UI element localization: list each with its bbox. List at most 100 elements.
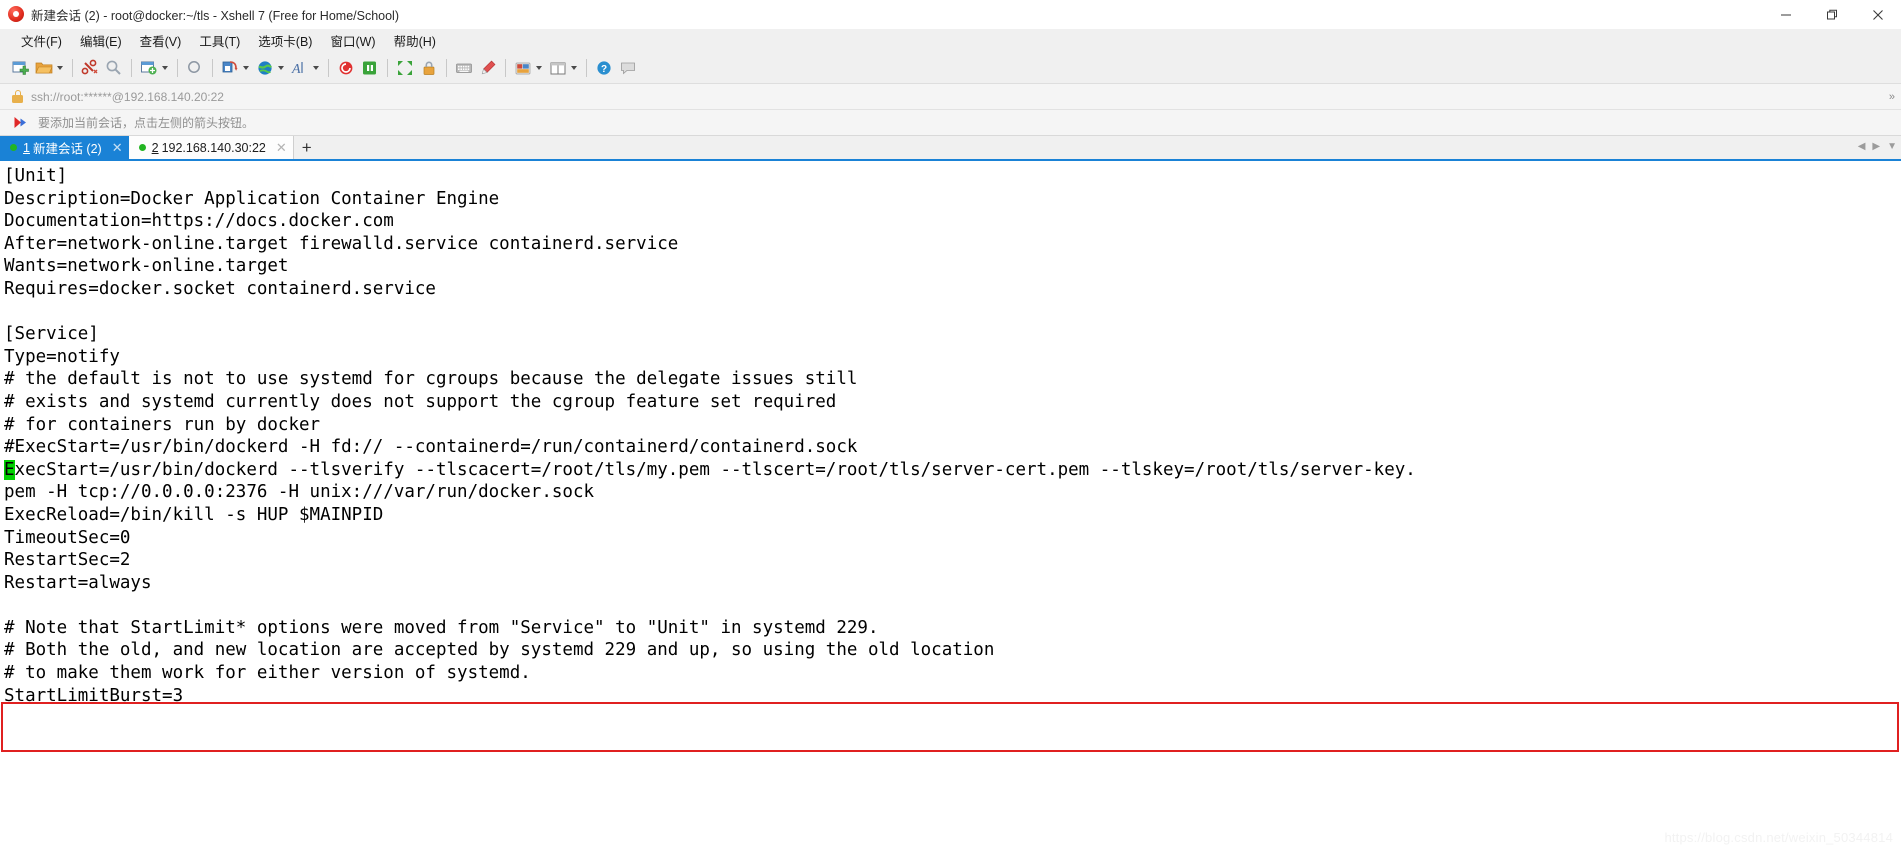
status-dot-icon	[138, 144, 146, 151]
find-button[interactable]	[183, 55, 207, 81]
help-button[interactable]: ?	[592, 55, 616, 81]
address-bar[interactable]: ssh://root:******@192.168.140.20:22 »	[0, 84, 1901, 110]
terminal-line: # Both the old, and new location are acc…	[4, 640, 995, 661]
svg-text:A: A	[291, 62, 301, 77]
reconnect-button[interactable]	[102, 55, 126, 81]
terminal-output[interactable]: [Unit] Description=Docker Application Con…	[0, 161, 1901, 851]
notice-bar: 要添加当前会话，点击左侧的箭头按钮。	[0, 110, 1901, 136]
tab-bar: 1 新建会话 (2) ✕ 2 192.168.140.30:22 ✕ + ◀ ▶…	[0, 136, 1901, 161]
menu-tools[interactable]: 工具(T)	[190, 29, 249, 52]
disconnect-icon	[80, 58, 100, 78]
chevron-down-icon[interactable]	[159, 58, 170, 78]
terminal-line: Wants=network-online.target	[4, 256, 289, 277]
menu-view[interactable]: 查看(V)	[131, 29, 191, 52]
address-input[interactable]: ssh://root:******@192.168.140.20:22	[31, 90, 224, 104]
terminal-line: [Unit]	[4, 166, 68, 186]
highlight-button[interactable]	[476, 55, 500, 81]
terminal-line: RestartSec=2	[4, 550, 131, 571]
font-icon: A	[290, 58, 310, 78]
title-bar: 新建会话 (2) - root@docker:~/tls - Xshell 7 …	[0, 0, 1901, 29]
color-scheme-button[interactable]	[511, 55, 546, 81]
font-button[interactable]: A	[288, 55, 323, 81]
terminal-line: Requires=docker.socket containerd.servic…	[4, 278, 436, 299]
chevron-down-icon[interactable]	[54, 58, 65, 78]
chevron-down-icon[interactable]	[533, 58, 544, 78]
tab-label: 新建会话 (2)	[32, 142, 102, 156]
menu-bar: 文件(F) 编辑(E) 查看(V) 工具(T) 选项卡(B) 窗口(W) 帮助(…	[0, 29, 1901, 52]
menu-edit[interactable]: 编辑(E)	[71, 29, 131, 52]
encoding-button[interactable]	[253, 55, 288, 81]
menu-tabs[interactable]: 选项卡(B)	[249, 29, 321, 52]
terminal-line: Type=notify	[4, 346, 120, 367]
toolbar-separator	[212, 58, 213, 77]
terminal-line: # for containers run by docker	[4, 414, 321, 435]
disconnect-button[interactable]	[78, 55, 102, 81]
highlight-icon	[478, 58, 498, 78]
toolbar-separator	[328, 58, 329, 77]
menu-help[interactable]: 帮助(H)	[385, 29, 445, 52]
lock-icon	[419, 58, 439, 78]
new-file-transfer-icon	[139, 58, 159, 78]
terminal-line: # Note that StartLimit* options were mov…	[4, 617, 879, 638]
reconnect-icon	[104, 58, 124, 78]
chevron-right-icon[interactable]: »	[1889, 91, 1895, 103]
maximize-icon[interactable]	[1809, 0, 1855, 29]
record-icon	[336, 58, 356, 78]
terminal-line: # to make them work for either version o…	[4, 663, 531, 684]
terminal-line: StartLimitBurst=3	[4, 685, 184, 706]
chevron-down-icon[interactable]: ▼	[1887, 141, 1897, 152]
log-button[interactable]	[358, 55, 382, 81]
terminal-line: ExecStart=/usr/bin/dockerd --tlsverify -…	[4, 459, 1416, 480]
terminal-line: Restart=always	[4, 572, 152, 593]
menu-file[interactable]: 文件(F)	[12, 29, 71, 52]
tab-session-2[interactable]: 2 192.168.140.30:22 ✕	[128, 136, 294, 159]
terminal-line: After=network-online.target firewalld.se…	[4, 233, 679, 254]
window-title: 新建会话 (2) - root@docker:~/tls - Xshell 7 …	[31, 8, 399, 23]
log-icon	[360, 58, 380, 78]
comment-button[interactable]	[616, 55, 640, 81]
paste-button[interactable]	[218, 55, 253, 81]
fullscreen-button[interactable]	[393, 55, 417, 81]
terminal-line: Description=Docker Application Container…	[4, 188, 500, 209]
svg-text:?: ?	[601, 64, 607, 75]
close-icon[interactable]: ✕	[112, 140, 123, 156]
chevron-down-icon[interactable]	[240, 58, 251, 78]
close-icon[interactable]: ✕	[276, 140, 287, 156]
layout-button[interactable]	[546, 55, 581, 81]
red-arrow-icon	[14, 116, 30, 129]
toolbar-separator	[505, 58, 506, 77]
lock-button[interactable]	[417, 55, 441, 81]
open-session-button[interactable]	[32, 55, 67, 81]
terminal-line: pem -H tcp://0.0.0.0:2376 -H unix:///var…	[4, 482, 595, 503]
menu-window[interactable]: 窗口(W)	[321, 29, 384, 52]
close-icon[interactable]	[1855, 0, 1901, 29]
tab-session-1[interactable]: 1 新建会话 (2) ✕	[0, 136, 129, 159]
chevron-down-icon[interactable]	[275, 58, 286, 78]
chevron-right-icon[interactable]: ▶	[1872, 141, 1880, 152]
paste-icon	[220, 58, 240, 78]
toolbar-separator	[131, 58, 132, 77]
chevron-down-icon[interactable]	[568, 58, 579, 78]
toolbar: A ?	[0, 52, 1901, 84]
chevron-left-icon[interactable]: ◀	[1858, 141, 1866, 152]
minimize-icon[interactable]	[1763, 0, 1809, 29]
chevron-down-icon[interactable]	[310, 58, 321, 78]
keyboard-button[interactable]	[452, 55, 476, 81]
toolbar-separator	[387, 58, 388, 77]
toolbar-separator	[586, 58, 587, 77]
comment-icon	[618, 58, 638, 78]
new-session-button[interactable]	[8, 55, 32, 81]
new-tab-button[interactable]: +	[293, 136, 320, 159]
terminal-line: # exists and systemd currently does not …	[4, 391, 837, 412]
help-icon: ?	[594, 58, 614, 78]
layout-icon	[548, 58, 568, 78]
execstart-highlight-box	[1, 702, 1899, 752]
record-button[interactable]	[334, 55, 358, 81]
toolbar-separator	[446, 58, 447, 77]
lock-icon	[12, 90, 23, 103]
file-transfer-button[interactable]	[137, 55, 172, 81]
tab-number: 2	[151, 140, 159, 155]
color-scheme-icon	[513, 58, 533, 78]
